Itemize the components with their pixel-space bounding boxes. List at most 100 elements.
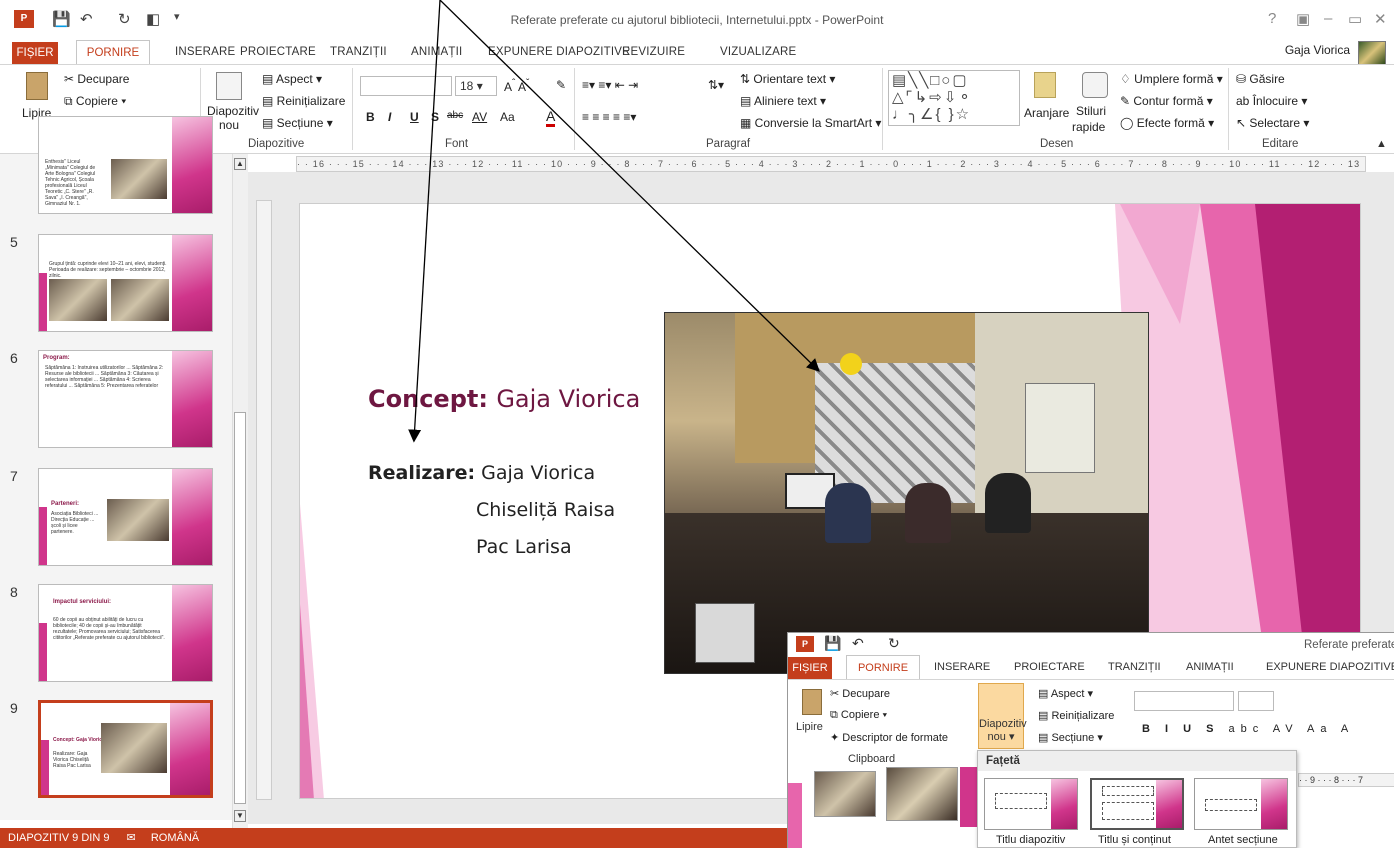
slide-realizare-text[interactable]: Realizare: Gaja Viorica Chiseliță Raisa …: [368, 455, 615, 566]
layout-title-slide[interactable]: [984, 778, 1078, 830]
scroll-down-icon[interactable]: ▼: [234, 810, 246, 822]
find-button[interactable]: ⛁ Găsire: [1236, 72, 1285, 86]
inset-tab-design[interactable]: PROIECTARE: [1014, 661, 1085, 673]
inset-tab-home[interactable]: PORNIRE: [846, 655, 920, 679]
strikethrough-button[interactable]: abc: [447, 110, 463, 121]
tab-insert[interactable]: INSERARE: [175, 46, 235, 58]
new-slide-button[interactable]: Diapozitiv: [207, 104, 259, 118]
tab-view[interactable]: VIZUALIZARE: [720, 46, 796, 58]
inset-tab-insert[interactable]: INSERARE: [934, 661, 990, 673]
change-case-button[interactable]: Aa: [500, 110, 515, 124]
quick-styles-icon[interactable]: [1082, 72, 1108, 98]
shape-effects-button[interactable]: ◯ Efecte formă ▾: [1120, 116, 1214, 130]
inset-copy-button[interactable]: ⧉ Copiere ▾: [830, 709, 887, 722]
font-color-button[interactable]: A: [546, 108, 556, 127]
slide-thumbnail-7[interactable]: Parteneri: Asociația Biblioteci ... Dire…: [38, 468, 213, 566]
slide-thumbnail-6[interactable]: Program: Săptămâna 1: Instruirea utiliza…: [38, 350, 213, 448]
line-spacing-icon[interactable]: ⇅▾: [708, 78, 724, 92]
tab-design[interactable]: PROIECTARE: [240, 46, 316, 58]
inset-redo-icon[interactable]: ↻: [888, 635, 900, 652]
new-slide-icon[interactable]: [216, 72, 242, 100]
replace-button[interactable]: ab Înlocuire ▾: [1236, 94, 1307, 108]
tab-animations[interactable]: ANIMAȚII: [411, 46, 462, 58]
slide-thumbnail-9[interactable]: Concept: Gaja Viorica Realizare: Gaja Vi…: [38, 700, 213, 798]
scroll-up-icon[interactable]: ▲: [234, 158, 246, 170]
user-name[interactable]: Gaja Viorica: [1285, 43, 1350, 57]
inset-tab-slideshow[interactable]: EXPUNERE DIAPOZITIVE: [1266, 661, 1394, 673]
grow-font-icon[interactable]: Aˆ Aˇ: [504, 78, 529, 94]
help-icon[interactable]: ?: [1268, 10, 1276, 27]
inset-save-icon[interactable]: 💾: [824, 635, 841, 652]
quick-styles-button[interactable]: Stiluri: [1076, 104, 1106, 118]
italic-button[interactable]: I: [388, 110, 391, 124]
spellcheck-icon[interactable]: ✉: [127, 832, 136, 844]
inset-cut-button[interactable]: ✂ Decupare: [830, 687, 890, 700]
font-size-input[interactable]: 18 ▾: [455, 76, 497, 96]
shape-outline-button[interactable]: ✎ Contur formă ▾: [1120, 94, 1213, 108]
select-button[interactable]: ↖ Selectare ▾: [1236, 116, 1309, 130]
quick-styles-button-2[interactable]: rapide: [1072, 120, 1105, 134]
inset-reset-button[interactable]: ▤ Reinițializare: [1038, 709, 1114, 722]
align-icon[interactable]: ≡ ≡ ≡ ≡ ≡▾: [582, 110, 636, 124]
inset-tab-transitions[interactable]: TRANZIȚII: [1108, 661, 1161, 673]
scroll-thumb[interactable]: [234, 412, 246, 804]
reset-button[interactable]: ▤ Reinițializare: [262, 94, 345, 108]
slide-concept-text[interactable]: Concept: Gaja Viorica: [368, 385, 640, 413]
bold-button[interactable]: B: [366, 110, 375, 124]
close-icon[interactable]: ✕: [1374, 10, 1387, 28]
inset-format-painter-button[interactable]: ✦ Descriptor de formate: [830, 731, 948, 744]
binoculars-icon: ⛁: [1236, 72, 1250, 86]
layout-button[interactable]: ▤ Aspect ▾: [262, 72, 322, 86]
shapes-gallery[interactable]: ▤╲╲□○▢ △⌜↳⇨⇩⚬ ♩╮∠{ }☆: [888, 70, 1020, 126]
inset-new-slide-button[interactable]: Diapozitiv nou ▾: [978, 683, 1027, 749]
text-direction-button[interactable]: ⇅ Orientare text ▾: [740, 72, 835, 86]
avatar[interactable]: [1358, 41, 1386, 65]
align-text-button[interactable]: ▤ Aliniere text ▾: [740, 94, 826, 108]
language-status[interactable]: ROMÂNĂ: [151, 832, 199, 844]
char-spacing-button[interactable]: AV: [472, 110, 487, 124]
copy-button[interactable]: ⧉ Copiere ▾: [64, 94, 126, 109]
arrange-button[interactable]: Aranjare: [1024, 106, 1069, 120]
inset-font-size-input[interactable]: [1238, 691, 1274, 711]
slide-thumbnail-8[interactable]: Impactul serviciului: 60 de copii au obț…: [38, 584, 213, 682]
shadow-button[interactable]: S: [431, 110, 439, 124]
slide-number: 8: [10, 584, 18, 600]
section-button[interactable]: ▤ Secțiune ▾: [262, 116, 333, 130]
inset-paste-button[interactable]: Lipire: [796, 721, 823, 733]
tab-file[interactable]: FIȘIER: [12, 42, 58, 64]
tab-home[interactable]: PORNIRE: [76, 40, 150, 65]
slide-thumbnail-4[interactable]: Enthesis" Liceul „Minimata" Colegiul de …: [38, 116, 213, 214]
slide-photo[interactable]: [664, 312, 1149, 674]
new-slide-button-2[interactable]: nou: [219, 118, 239, 132]
underline-button[interactable]: U: [410, 110, 419, 124]
tab-slideshow[interactable]: EXPUNERE DIAPOZITIVE: [488, 46, 630, 58]
slide-thumbnail-5[interactable]: Grupul țintă: cuprinde elevi 10–21 ani, …: [38, 234, 213, 332]
paste-icon[interactable]: [26, 72, 48, 100]
inset-tab-file[interactable]: FIȘIER: [788, 657, 832, 679]
inset-section-button[interactable]: ▤ Secțiune ▾: [1038, 731, 1103, 744]
inset-paste-icon[interactable]: [802, 689, 822, 715]
minimize-icon[interactable]: –: [1324, 10, 1332, 27]
clear-format-icon[interactable]: ✎: [556, 78, 566, 92]
cut-button[interactable]: ✂ Decupare: [64, 72, 129, 86]
inset-font-format-row[interactable]: B I U S abc AV Aa A: [1142, 723, 1354, 735]
thumbnail-scrollbar[interactable]: ▲ ▼: [232, 154, 248, 828]
slide-thumbnails-pane: Enthesis" Liceul „Minimata" Colegiul de …: [0, 116, 232, 820]
arrange-icon[interactable]: [1034, 72, 1056, 98]
layout-title-content[interactable]: [1090, 778, 1184, 830]
restore-icon[interactable]: ▭: [1348, 10, 1362, 28]
collapse-ribbon-icon[interactable]: ▲: [1376, 138, 1387, 150]
inset-undo-icon[interactable]: ↶: [852, 635, 864, 652]
layout-section-header[interactable]: [1194, 778, 1288, 830]
inset-layout-button[interactable]: ▤ Aspect ▾: [1038, 687, 1093, 700]
font-name-input[interactable]: [360, 76, 452, 96]
inset-font-name-input[interactable]: [1134, 691, 1234, 711]
shape-fill-button[interactable]: ♢ Umplere formă ▾: [1120, 72, 1223, 86]
bullets-icon[interactable]: ≡▾ ≡▾ ⇤ ⇥: [582, 78, 638, 92]
smartart-button[interactable]: ▦ Conversie la SmartArt ▾: [740, 116, 881, 130]
inset-tab-animations[interactable]: ANIMAȚII: [1186, 661, 1234, 673]
tab-review[interactable]: REVIZUIRE: [622, 46, 685, 58]
ribbon-display-icon[interactable]: ▣: [1296, 10, 1310, 28]
slide-counter[interactable]: DIAPOZITIV 9 DIN 9: [8, 832, 109, 844]
tab-transitions[interactable]: TRANZIȚII: [330, 46, 387, 58]
